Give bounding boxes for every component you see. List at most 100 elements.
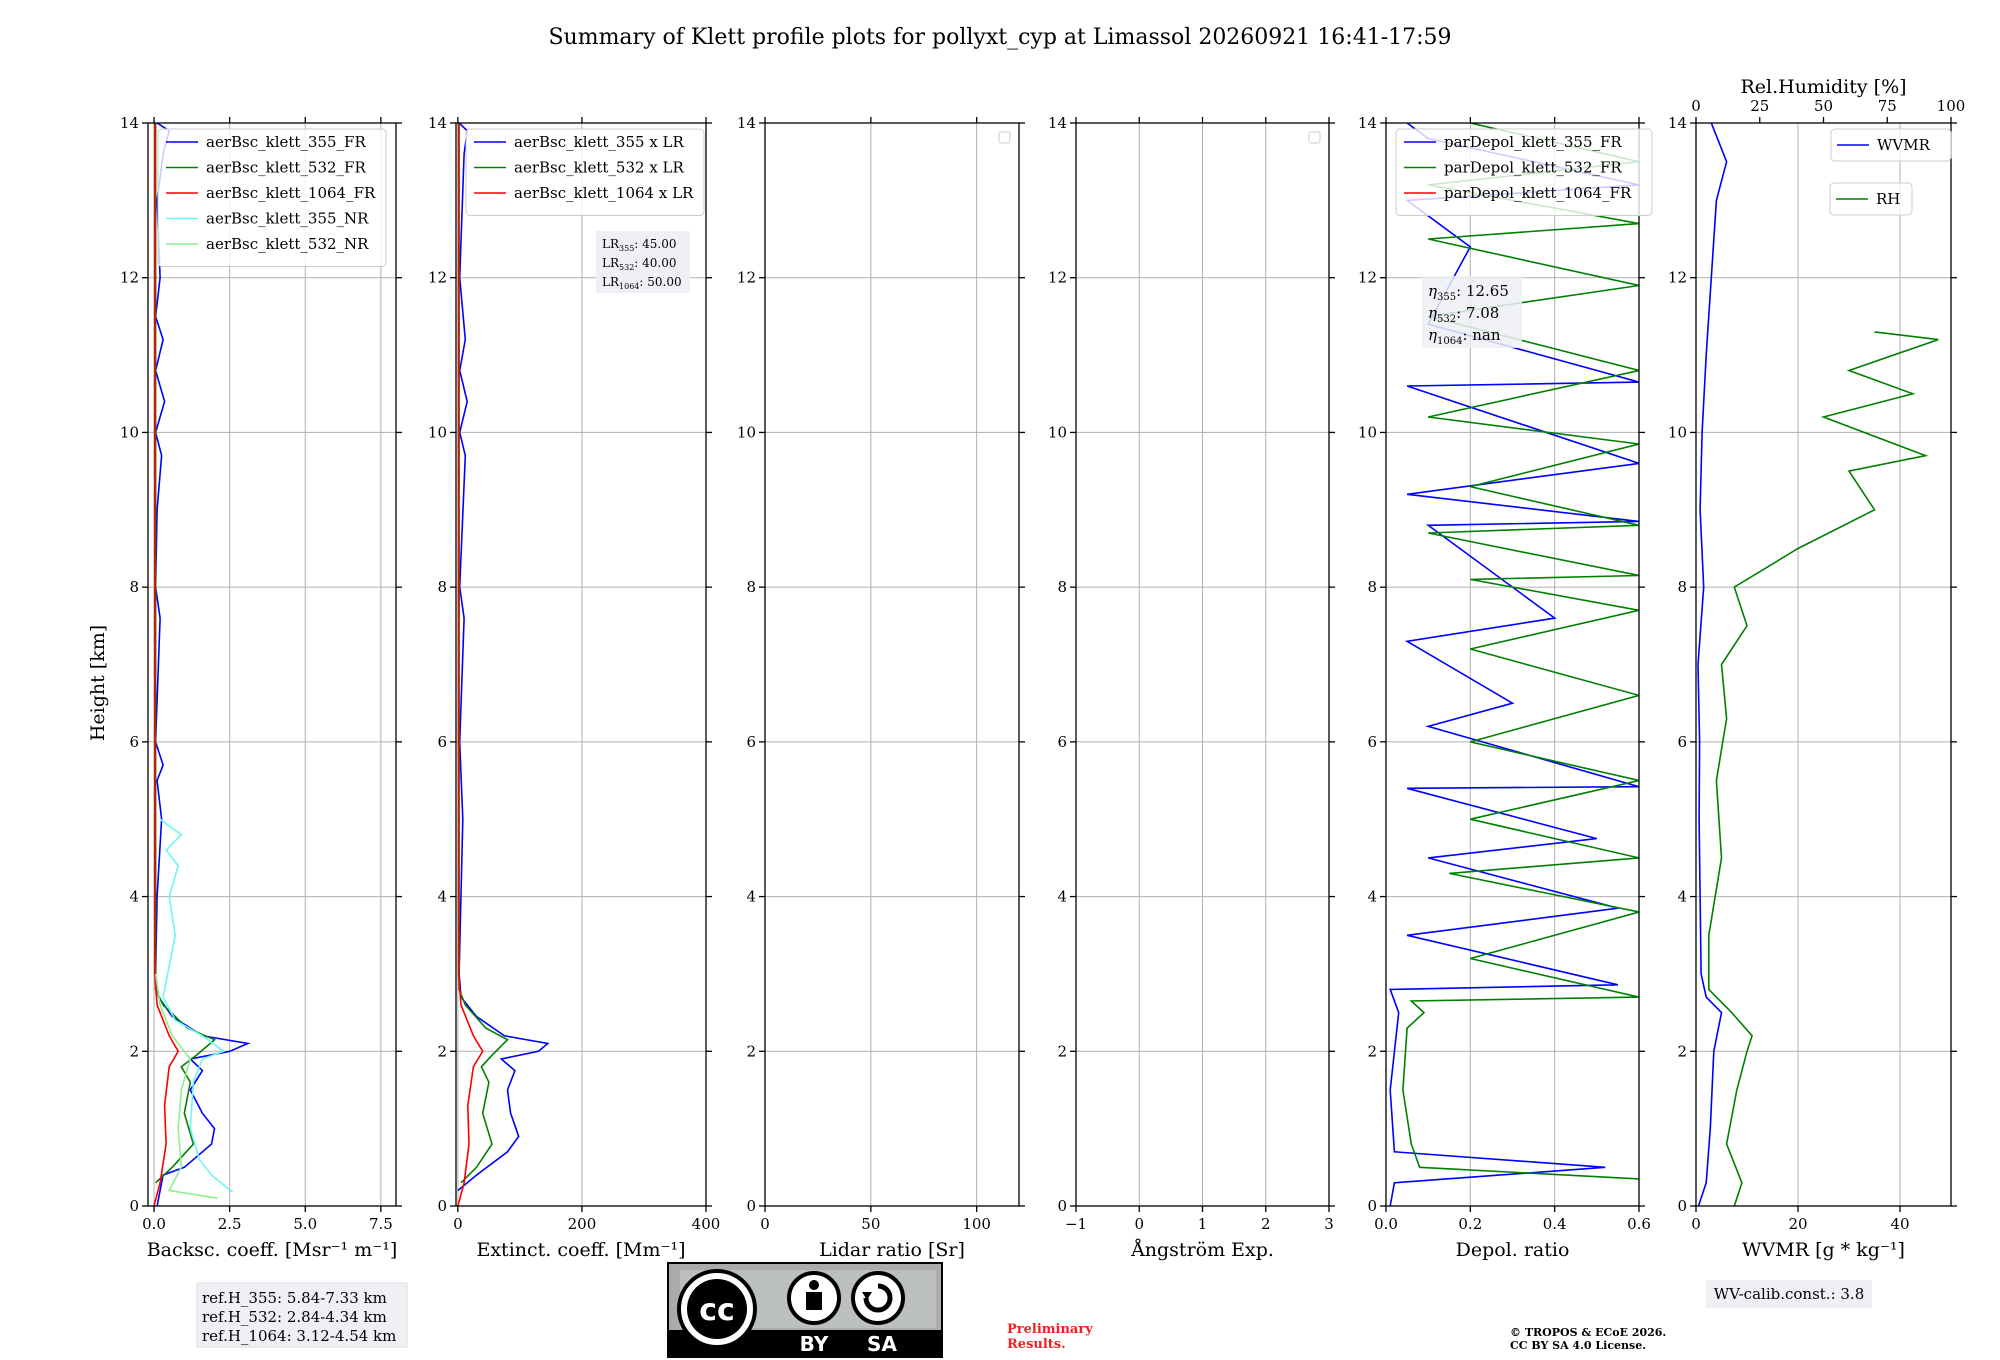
x-tick-label: 7.5 <box>369 1215 393 1233</box>
y-tick-label: 6 <box>129 733 139 751</box>
y-tick-label: 10 <box>428 423 447 441</box>
y-tick-label: 8 <box>129 578 139 596</box>
eta-box: η355: 12.65η532: 7.08η1064: nan <box>1422 276 1522 348</box>
x-tick-label: 20 <box>1788 1215 1807 1233</box>
chart-title: Summary of Klett profile plots for polly… <box>548 25 1451 50</box>
y-tick-label: 6 <box>746 733 756 751</box>
x-axis-label-bsc: Backsc. coeff. [Msr⁻¹ m⁻¹] <box>147 1239 398 1261</box>
axes-frame <box>764 122 1020 1207</box>
legend-entry: aerBsc_klett_355_FR <box>206 133 366 151</box>
top-x-tick-label: 50 <box>1814 97 1833 115</box>
legend-RH: RH <box>1829 182 1913 216</box>
y-tick-label: 12 <box>428 269 447 287</box>
x-tick-label: 0 <box>1691 1215 1701 1233</box>
y-tick-label: 6 <box>437 733 447 751</box>
lidar-ratio-value: LR355: 45.00 <box>602 237 677 253</box>
y-tick-label: 14 <box>1358 114 1377 132</box>
legend-bsc: aerBsc_klett_355_FR aerBsc_klett_532_FRae… <box>157 128 387 267</box>
x-axis-label-dep: Depol. ratio <box>1456 1239 1570 1261</box>
wv-calib-box: WV-calib.const.: 3.8 <box>1706 1280 1872 1308</box>
y-tick-label: 10 <box>1358 423 1377 441</box>
badge-by-label: BY <box>800 1332 829 1356</box>
y-tick-label: 0 <box>129 1197 139 1215</box>
cc-by-sa-badge: cc BY SA <box>667 1262 943 1358</box>
legend-WVMR: WVMR <box>1830 128 1952 162</box>
y-tick-label: 0 <box>1057 1197 1067 1215</box>
x-tick-label: 0 <box>453 1215 463 1233</box>
panel-dep: 0 2 4 6 8 10 12 14 0.0 0.2 0.4 0.6 Depol. ratio parDe… <box>1358 114 1653 1261</box>
copyright-line-1: © TROPOS & ECoE 2026. <box>1510 1326 1666 1339</box>
legend-entry: RH <box>1876 190 1900 208</box>
figure: Summary of Klett profile plots for polly… <box>87 25 1966 1358</box>
top-x-tick-label: 75 <box>1878 97 1897 115</box>
y-tick-label: 12 <box>1358 269 1377 287</box>
top-x-tick-label: 0 <box>1691 97 1701 115</box>
x-tick-label: 0 <box>1134 1215 1144 1233</box>
legend-dep: parDepol_klett_355_FR parDepol_klett_532_… <box>1395 128 1653 216</box>
y-tick-label: 10 <box>1048 423 1067 441</box>
x-tick-label: −1 <box>1065 1215 1087 1233</box>
x-tick-label: 100 <box>962 1215 991 1233</box>
y-tick-label: 4 <box>746 888 756 906</box>
y-axis-label: Height [km] <box>87 625 109 741</box>
series-aerBsc_klett_1064 x LR <box>457 123 484 1206</box>
y-tick-label: 2 <box>437 1042 447 1060</box>
y-tick-label: 2 <box>129 1042 139 1060</box>
y-tick-label: 4 <box>129 888 139 906</box>
panel-bsc: 0 2 4 6 8 10 12 14 0.0 2.5 5.0 7.5 Backsc. coeff. [M… <box>120 114 402 1261</box>
copyright-line-2: CC BY SA 4.0 License. <box>1510 1339 1646 1352</box>
y-tick-label: 14 <box>1048 114 1067 132</box>
ref-height-box: ref.H_355: 5.84-7.33 km ref.H_532: 2.84-… <box>196 1282 408 1348</box>
series-aerBsc_klett_355_FR <box>154 123 251 1206</box>
legend-ext: aerBsc_klett_355 x LR aerBsc_klett_532 x … <box>465 128 705 216</box>
y-tick-label: 0 <box>1677 1197 1687 1215</box>
panel-lr: 0 2 4 6 8 10 12 14 0 50 100 Lidar ratio [Sr] <box>737 114 1025 1261</box>
top-x-tick-label: 100 <box>1937 97 1966 115</box>
wv-calib-const: WV-calib.const.: 3.8 <box>1714 1285 1865 1303</box>
y-tick-label: 12 <box>1668 269 1687 287</box>
y-tick-label: 14 <box>120 114 139 132</box>
y-tick-label: 2 <box>1057 1042 1067 1060</box>
ref-height-1064: ref.H_1064: 3.12-4.54 km <box>202 1327 396 1345</box>
x-tick-label: 40 <box>1890 1215 1909 1233</box>
x-axis-label-wv: WVMR [g * kg⁻¹] <box>1742 1239 1905 1261</box>
x-axis-label-ang: Ångström Exp. <box>1130 1239 1274 1261</box>
y-tick-label: 4 <box>1677 888 1687 906</box>
x-tick-label: 0 <box>760 1215 770 1233</box>
y-tick-label: 8 <box>1367 578 1377 596</box>
series-aerBsc_klett_355_NR <box>159 818 234 1193</box>
y-tick-label: 14 <box>1668 114 1687 132</box>
x-axis-label-ext: Extinct. coeff. [Mm⁻¹] <box>476 1239 685 1261</box>
x-tick-label: 50 <box>861 1215 880 1233</box>
x-tick-label: 0.0 <box>1374 1215 1398 1233</box>
y-tick-label: 8 <box>1677 578 1687 596</box>
legend-entry: WVMR <box>1877 136 1931 154</box>
x-tick-label: 1 <box>1198 1215 1208 1233</box>
empty-legend-box <box>1308 131 1321 144</box>
lidar-ratio-value: LR532: 40.00 <box>602 256 677 272</box>
x-tick-label: 0.0 <box>142 1215 166 1233</box>
legend-entry: aerBsc_klett_1064_FR <box>206 184 376 202</box>
y-tick-label: 10 <box>737 423 756 441</box>
y-tick-label: 0 <box>437 1197 447 1215</box>
y-tick-label: 10 <box>120 423 139 441</box>
lidar-ratio-value: LR1064: 50.00 <box>602 275 682 291</box>
y-tick-label: 8 <box>437 578 447 596</box>
legend-entry: aerBsc_klett_355 x LR <box>514 133 685 151</box>
preliminary-label: Preliminary <box>1007 1322 1093 1337</box>
y-tick-label: 12 <box>737 269 756 287</box>
lidar-ratio-box: LR355: 45.00 LR532: 40.00 LR1064: 50.00 <box>596 231 690 293</box>
legend-entry: aerBsc_klett_355_NR <box>206 210 369 228</box>
y-tick-label: 8 <box>746 578 756 596</box>
y-tick-label: 14 <box>737 114 756 132</box>
preliminary-label-2: Results. <box>1007 1337 1066 1352</box>
y-tick-label: 4 <box>1057 888 1067 906</box>
x-tick-label: 5.0 <box>293 1215 317 1233</box>
y-tick-label: 6 <box>1057 733 1067 751</box>
y-tick-label: 2 <box>746 1042 756 1060</box>
panel-ext: 0 2 4 6 8 10 12 14 0 200 400 Extinct. coeff. [Mm⁻¹]… <box>428 114 720 1261</box>
axes-frame <box>147 122 397 1207</box>
legend-entry: aerBsc_klett_1064 x LR <box>514 184 694 202</box>
y-tick-label: 8 <box>1057 578 1067 596</box>
legend-entry: parDepol_klett_532_FR <box>1444 159 1622 177</box>
